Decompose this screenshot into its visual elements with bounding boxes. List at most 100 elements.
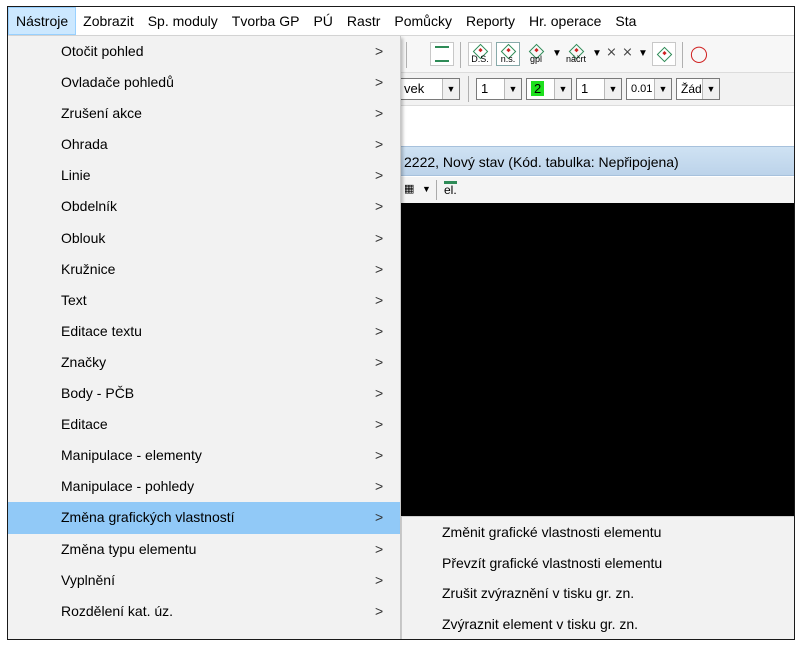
document-title: 2222, Nový stav (Kód. tabulka: Nepřipoje… (404, 154, 679, 170)
submenu-arrow-icon: > (375, 478, 384, 495)
submenu-item-prevzit-graficke-vlastnosti[interactable]: Převzít grafické vlastnosti elementu (402, 548, 794, 579)
gpl-label: gpl (529, 54, 542, 64)
nacrt-label: náčrt (565, 54, 586, 64)
menu-bar: Nástroje Zobrazit Sp. moduly Tvorba GP P… (8, 7, 794, 36)
submenu-item-zvyraznit-element[interactable]: Zvýraznit element v tisku gr. zn. (402, 609, 794, 640)
document-title-bar: 2222, Nový stav (Kód. tabulka: Nepřipoje… (400, 146, 794, 176)
menu-item-oblouk[interactable]: Oblouk > (8, 223, 400, 254)
submenu-arrow-icon: > (375, 43, 384, 59)
style-combo-value: 2 (531, 81, 545, 96)
level-combo-value: vek (404, 81, 425, 96)
submenu-arrow-icon: > (375, 322, 384, 339)
menu-item-label: Rozdělení kat. úz. (61, 602, 174, 619)
menu-item-label: Linie (61, 167, 91, 184)
menu-item-label: Zrušení akce (61, 105, 142, 122)
menu-item-otocit-pohled[interactable]: Otočit pohled > (8, 36, 400, 67)
chevron-down-icon[interactable]: ▼ (654, 79, 671, 99)
menu-item-label: Manipulace - pohledy (61, 478, 195, 495)
menu-item-label: Text (61, 291, 87, 308)
menu-item-zmena-grafickych-vlastnosti[interactable]: Změna grafických vlastností > (8, 502, 400, 534)
menu-item-editace-textu[interactable]: Editace textu > (8, 316, 400, 347)
grid-icon[interactable]: ▦ (404, 182, 414, 195)
menu-item-label: Značky (61, 353, 107, 370)
menu-pu[interactable]: PÚ (306, 7, 339, 35)
weight-combo[interactable]: 1 ▼ (576, 78, 622, 100)
menu-hr-operace[interactable]: Hr. operace (522, 7, 608, 35)
menu-item-label: Obdelník (61, 198, 118, 215)
menu-zobrazit[interactable]: Zobrazit (76, 7, 141, 35)
nastroje-dropdown-menu: Otočit pohled > Ovladače pohledů > Zrušení… (8, 36, 401, 639)
submenu-arrow-icon: > (375, 260, 384, 277)
dropdown-arrow-icon[interactable]: ▼ (552, 48, 562, 59)
menu-item-zmena-typu-elementu[interactable]: Změna typu elementu > (8, 534, 400, 565)
menu-item-label: Oblouk (61, 229, 106, 246)
submenu-arrow-icon: > (375, 229, 384, 246)
menu-item-linie[interactable]: Linie > (8, 160, 400, 191)
menu-item-body-pcb[interactable]: Body - PČB > (8, 378, 400, 409)
toolbar-separator (468, 76, 469, 102)
toolbar-separator (682, 42, 683, 68)
menu-item-vyplneni[interactable]: Vyplnění > (8, 565, 400, 596)
frame-icon (656, 46, 672, 62)
menu-item-ovladace-pohledu[interactable]: Ovladače pohledů > (8, 67, 400, 98)
submenu-item-zmenit-graficke-vlastnosti[interactable]: Změnit grafické vlastnosti elementu (402, 517, 794, 548)
toolbar-separator (406, 42, 407, 68)
app-window: Nástroje Zobrazit Sp. moduly Tvorba GP P… (7, 6, 795, 640)
style-combo[interactable]: 2 ▼ (526, 78, 572, 100)
chevron-down-icon[interactable]: ▼ (504, 79, 521, 99)
chevron-down-icon[interactable]: ▼ (702, 79, 719, 99)
submenu-item-zrusit-zvyrazneni[interactable]: Zrušit zvýraznění v tisku gr. zn. (402, 578, 794, 609)
nacrt-button[interactable]: náčrt (564, 42, 588, 66)
menu-nastroje[interactable]: Nástroje (8, 7, 77, 35)
submenu-arrow-icon: > (375, 447, 384, 464)
menu-item-label: Změna typu elementu (61, 540, 197, 557)
menu-tvorba-gp[interactable]: Tvorba GP (225, 7, 307, 35)
dropdown-arrow-icon[interactable]: ▼ (638, 48, 648, 59)
ds-button[interactable]: D.S. (468, 42, 492, 66)
weight-combo-value: 1 (581, 81, 589, 96)
menu-item-editace[interactable]: Editace > (8, 409, 400, 440)
menu-item-obdelnik[interactable]: Obdelník > (8, 191, 400, 222)
submenu-arrow-icon: > (375, 74, 384, 91)
menu-item-label: Ohrada (61, 136, 108, 153)
main-toolbar: D.S. n.s. gpl ▼ náčrt ▼ ⨯ ⨯ ▼ ◯ (400, 36, 794, 73)
chevron-down-icon[interactable]: ▼ (604, 79, 621, 99)
submenu-arrow-icon: > (375, 136, 384, 153)
color-combo-value: 1 (481, 81, 489, 96)
menu-sta[interactable]: Sta (608, 7, 643, 35)
frame-button[interactable] (652, 42, 676, 66)
color-combo[interactable]: 1 ▼ (476, 78, 522, 100)
fill-combo[interactable]: Žádn ▼ (676, 78, 720, 100)
chevron-down-icon[interactable]: ▼ (442, 79, 459, 99)
menu-item-ohrada[interactable]: Ohrada > (8, 129, 400, 160)
ns-button[interactable]: n.s. (496, 42, 520, 66)
circle-icon[interactable]: ◯ (690, 44, 708, 64)
menu-item-manipulace-elementy[interactable]: Manipulace - elementy > (8, 440, 400, 471)
delete-point-icon[interactable]: ⨯ (606, 44, 617, 60)
menu-item-rozdeleni-kat-uz[interactable]: Rozdělení kat. úz. > (8, 596, 400, 627)
element-label[interactable]: el. (444, 181, 457, 196)
menu-item-zruseni-akce[interactable]: Zrušení akce > (8, 98, 400, 129)
delete-icon[interactable]: ⨯ (622, 44, 633, 60)
menu-item-manipulace-pohledy[interactable]: Manipulace - pohledy > (8, 471, 400, 502)
menu-pomucky[interactable]: Pomůcky (387, 7, 459, 35)
snap-icon-button[interactable] (430, 42, 454, 66)
menu-item-znacky[interactable]: Značky > (8, 347, 400, 378)
chevron-down-icon[interactable]: ▼ (554, 79, 571, 99)
menu-item-text[interactable]: Text > (8, 285, 400, 316)
submenu-arrow-icon: > (375, 540, 384, 557)
menu-item-label: Změna grafických vlastností (61, 509, 235, 526)
dropdown-arrow-icon[interactable]: ▼ (422, 184, 431, 194)
menu-item-kruznice[interactable]: Kružnice > (8, 254, 400, 285)
menu-reporty[interactable]: Reporty (459, 7, 522, 35)
submenu-arrow-icon: > (375, 416, 384, 433)
level-combo[interactable]: vek ▼ (400, 78, 460, 100)
menu-rastr[interactable]: Rastr (340, 7, 387, 35)
submenu-arrow-icon: > (375, 167, 384, 184)
ns-label: n.s. (500, 54, 516, 64)
gpl-button[interactable]: gpl (524, 42, 548, 66)
menu-sp-moduly[interactable]: Sp. moduly (141, 7, 225, 35)
snap-icon (435, 46, 449, 62)
size-combo[interactable]: 0.01 ▼ (626, 78, 672, 100)
dropdown-arrow-icon[interactable]: ▼ (592, 48, 602, 59)
